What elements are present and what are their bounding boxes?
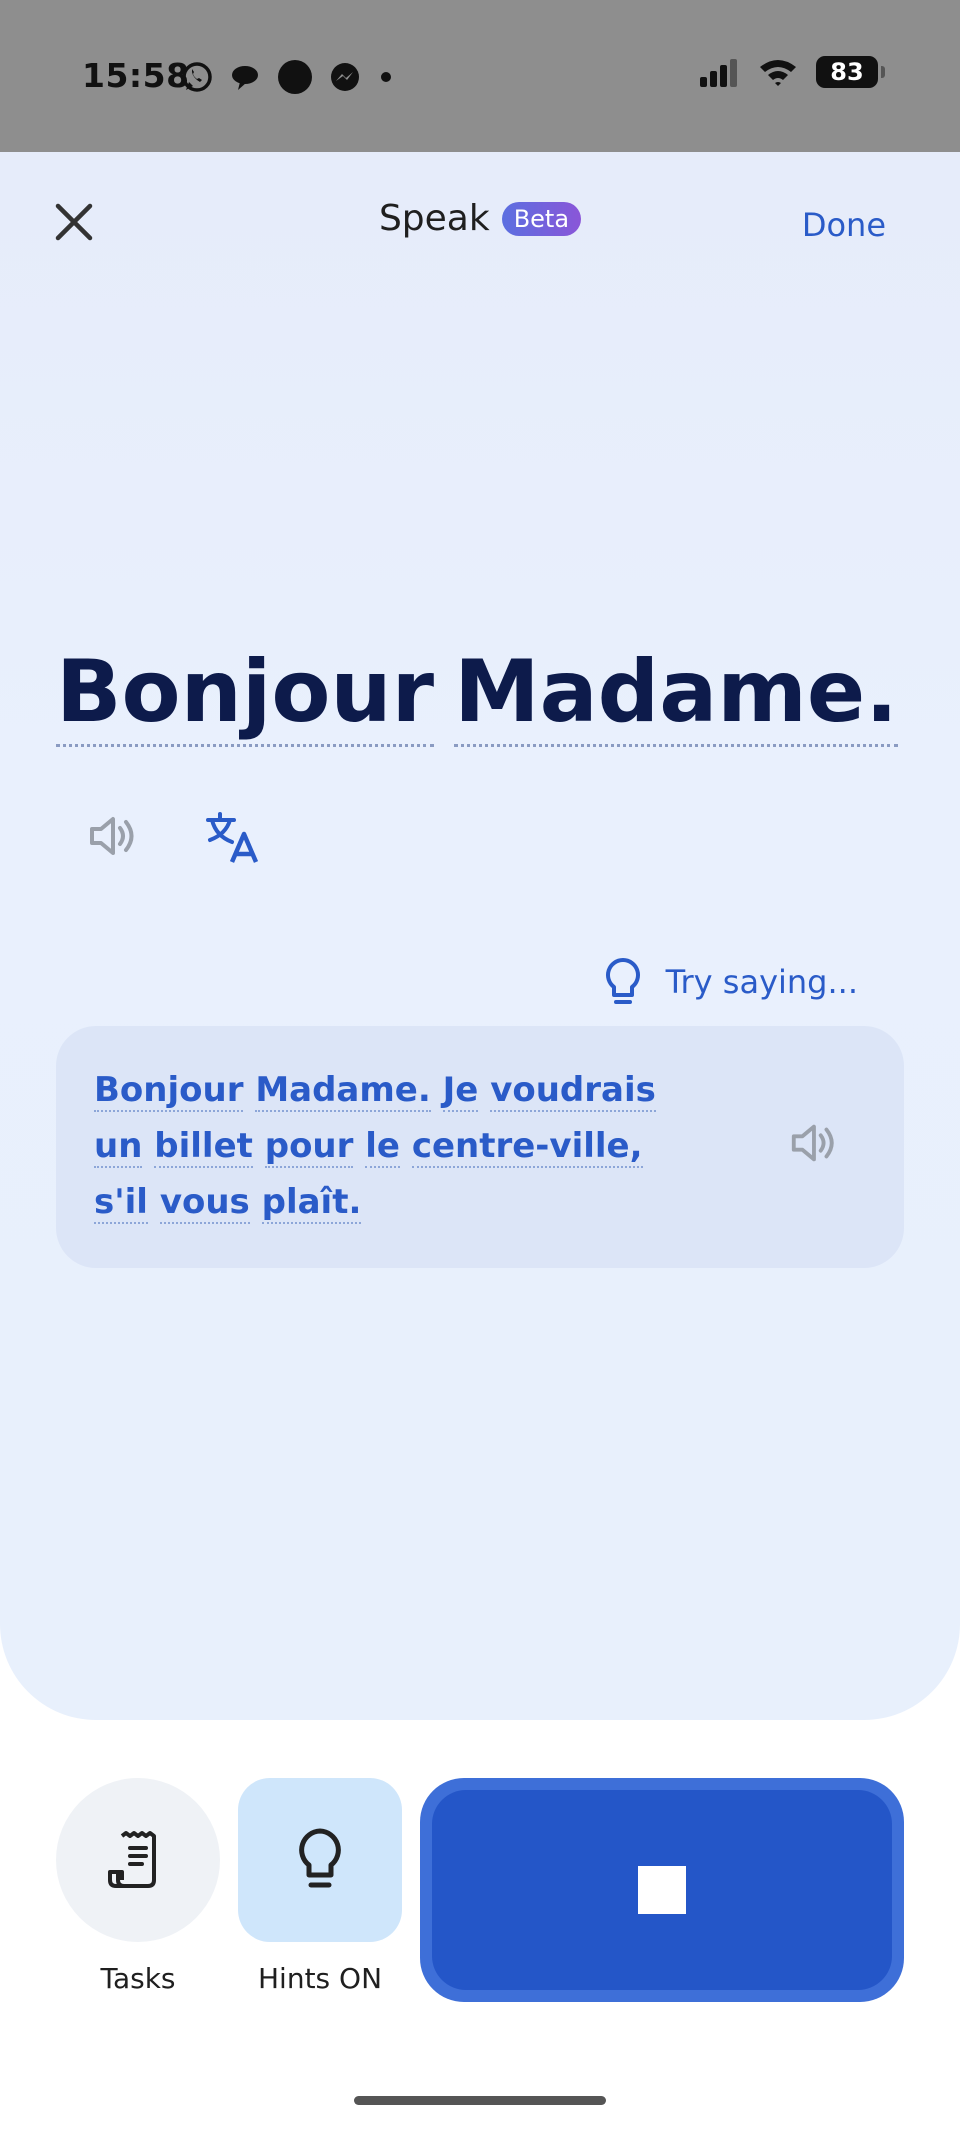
- beta-badge: Beta: [501, 201, 582, 236]
- suggestion-word[interactable]: un: [94, 1126, 143, 1168]
- try-saying-label: Try saying...: [665, 963, 858, 1001]
- suggestion-word[interactable]: Madame.: [255, 1070, 431, 1112]
- suggestion-text: Bonjour Madame. Je voudrais un billet po…: [94, 1062, 694, 1230]
- receipt-icon: [108, 1831, 156, 1888]
- suggestion-word[interactable]: le: [365, 1126, 400, 1168]
- suggestion-word[interactable]: centre-ville,: [411, 1126, 643, 1168]
- done-button[interactable]: Done: [802, 206, 886, 244]
- signal-icon: [700, 59, 737, 87]
- hints-toggle[interactable]: [238, 1778, 402, 1942]
- wifi-icon: [760, 60, 796, 86]
- suggestion-word[interactable]: Bonjour: [94, 1070, 244, 1112]
- translate-icon[interactable]: [204, 810, 260, 866]
- lightbulb-icon: [605, 958, 640, 1004]
- status-bar: 15:58 83: [0, 0, 960, 152]
- speak-sheet: [0, 152, 960, 1720]
- battery-icon: 83: [816, 56, 885, 88]
- dot-icon: [381, 72, 391, 82]
- tasks-label: Tasks: [100, 1962, 176, 1995]
- suggestion-word[interactable]: pour: [264, 1126, 354, 1168]
- messenger-icon: [331, 63, 359, 91]
- tasks-button[interactable]: [56, 1778, 220, 1942]
- system-icons: 83: [700, 56, 885, 88]
- phrase-word[interactable]: Bonjour: [56, 640, 435, 747]
- suggestion-word[interactable]: vous: [159, 1182, 250, 1224]
- try-saying-hint[interactable]: Try saying...: [604, 956, 858, 1008]
- target-phrase: Bonjour Madame.: [56, 640, 898, 747]
- lightbulb-icon: [299, 1828, 341, 1888]
- hints-label: Hints ON: [257, 1962, 383, 1995]
- whatsapp-icon: [182, 62, 212, 92]
- home-indicator[interactable]: [354, 2096, 606, 2105]
- page-title: Speak: [378, 198, 490, 239]
- speaker-icon[interactable]: [86, 810, 138, 862]
- stop-icon: [638, 1866, 686, 1914]
- phrase-word[interactable]: Madame.: [454, 640, 898, 747]
- stop-recording-button[interactable]: [420, 1778, 904, 2002]
- suggestion-word[interactable]: Je: [442, 1070, 479, 1112]
- record-button-inner: [432, 1790, 892, 1990]
- suggestion-word[interactable]: s'il: [94, 1182, 148, 1224]
- circle-icon: [278, 60, 312, 94]
- notification-icons: [180, 58, 396, 96]
- suggestion-card: Bonjour Madame. Je voudrais un billet po…: [56, 1026, 904, 1268]
- suggestion-word[interactable]: voudrais: [490, 1070, 656, 1112]
- status-time: 15:58: [82, 56, 190, 95]
- suggestion-word[interactable]: plaît.: [261, 1182, 362, 1224]
- speaker-icon[interactable]: [788, 1118, 838, 1168]
- chat-bubble-icon: [232, 66, 258, 90]
- suggestion-word[interactable]: billet: [154, 1126, 253, 1168]
